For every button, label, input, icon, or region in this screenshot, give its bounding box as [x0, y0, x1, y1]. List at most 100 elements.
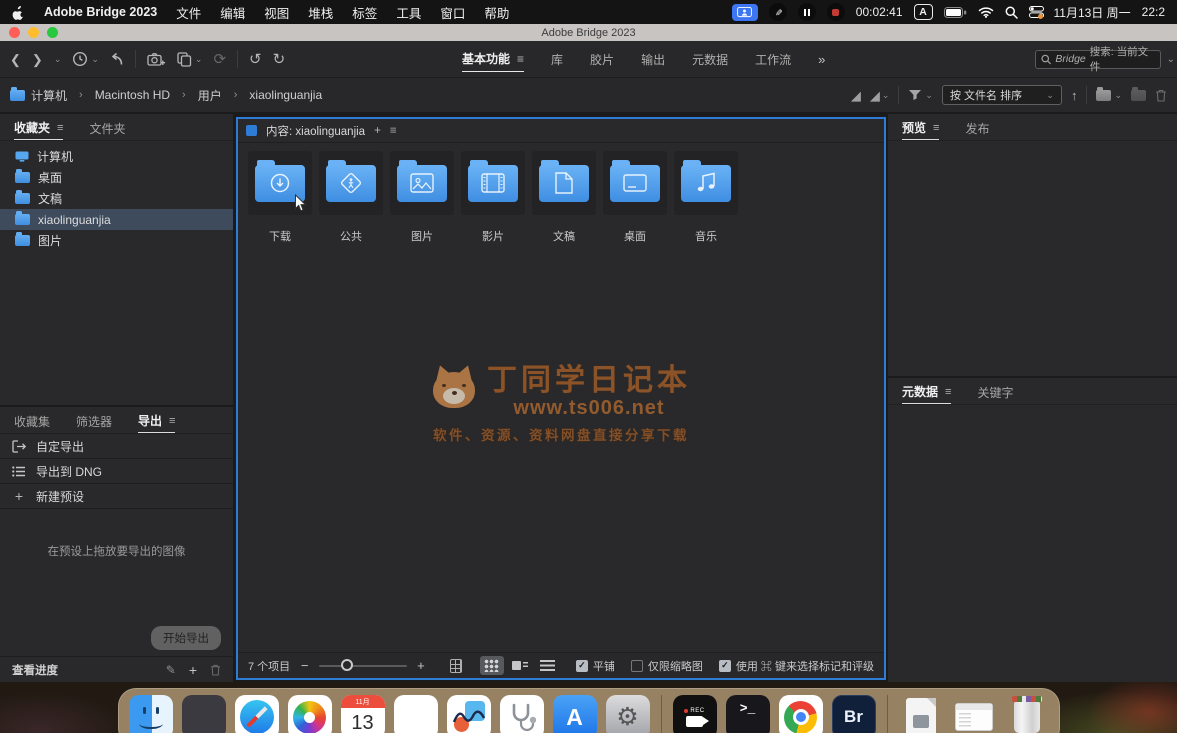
export-item-custom[interactable]: 自定导出 — [0, 434, 233, 459]
breadcrumb-current-folder[interactable]: xiaolinguanjia — [249, 88, 322, 102]
view-list-button[interactable] — [536, 656, 560, 675]
tab-publish[interactable]: 发布 — [965, 115, 989, 140]
view-progress-label[interactable]: 查看进度 — [12, 662, 58, 678]
dock-diagnostics-icon[interactable] — [500, 695, 544, 733]
copy-files-button[interactable]: ⌄ — [177, 52, 203, 67]
pause-recording-icon[interactable] — [798, 3, 816, 21]
dock-calendar-icon[interactable]: 11月 13 — [341, 695, 385, 733]
dock-app-store-icon[interactable]: A — [553, 695, 597, 733]
new-folder-button[interactable] — [1131, 90, 1146, 101]
input-method-indicator[interactable]: A — [914, 4, 933, 20]
workspace-tab-metadata[interactable]: 元数据 — [692, 47, 728, 72]
filter-by-rating-icon[interactable]: ◢ — [851, 89, 861, 102]
folder-tile-desktop[interactable]: 桌面 — [603, 151, 667, 244]
workspace-tab-output[interactable]: 输出 — [641, 47, 665, 72]
tab-collections[interactable]: 收藏集 — [14, 408, 50, 433]
grid-lock-icon[interactable] — [450, 659, 462, 673]
panel-menu-icon[interactable]: ≡ — [57, 122, 63, 134]
spotlight-search-icon[interactable] — [1005, 6, 1018, 19]
dock-photos-icon[interactable] — [288, 695, 332, 733]
zoom-out-button[interactable]: − — [301, 658, 309, 673]
folder-tile-music[interactable]: 音乐 — [674, 151, 738, 244]
dock-safari-icon[interactable] — [235, 695, 279, 733]
search-input[interactable]: Bridge 搜索: 当前文件 — [1035, 50, 1161, 69]
tab-filter[interactable]: 筛选器 — [76, 408, 112, 433]
favorite-item-documents[interactable]: 文稿 — [0, 188, 233, 209]
dock-finder-icon[interactable] — [129, 695, 173, 733]
boomerang-button[interactable] — [110, 52, 124, 66]
apple-logo-icon[interactable] — [12, 5, 25, 20]
slider-knob[interactable] — [341, 659, 353, 671]
workspace-menu-icon[interactable]: ≡ — [517, 52, 524, 66]
battery-icon[interactable] — [944, 7, 967, 18]
annotate-icon[interactable]: ✎ — [769, 3, 787, 21]
dock-terminal-icon[interactable]: >_ — [726, 695, 770, 733]
undo-button[interactable]: ↺ — [249, 52, 262, 67]
recording-timer[interactable]: 00:02:41 — [856, 5, 903, 19]
menu-label[interactable]: 标签 — [352, 3, 377, 22]
export-item-new-preset[interactable]: + 新建预设 — [0, 484, 233, 509]
menubar-app-name[interactable]: Adobe Bridge 2023 — [44, 5, 157, 19]
menu-help[interactable]: 帮助 — [484, 3, 509, 22]
add-content-tab-icon[interactable]: + — [374, 125, 381, 137]
menu-stacks[interactable]: 堆栈 — [308, 3, 333, 22]
menu-view[interactable]: 视图 — [264, 3, 289, 22]
checkbox-thumbnail-only[interactable]: 仅限缩略图 — [631, 658, 703, 674]
workspace-tab-filmstrip[interactable]: 胶片 — [590, 47, 614, 72]
dock-launchpad-icon[interactable] — [182, 695, 226, 733]
tab-export[interactable]: 导出 ≡ — [138, 407, 175, 433]
start-export-button[interactable]: 开始导出 — [151, 626, 221, 650]
menubar-date[interactable]: 11月13日 周一 — [1054, 4, 1131, 21]
thumbnail-size-slider[interactable] — [319, 665, 408, 667]
checkbox-cmd-select[interactable]: ✓ 使用 ⌘ 键来选择标记和评级 — [719, 658, 874, 674]
zoom-in-button[interactable]: + — [417, 658, 425, 673]
tab-metadata[interactable]: 元数据 ≡ — [902, 378, 951, 404]
delete-preset-button[interactable] — [210, 664, 221, 676]
menu-edit[interactable]: 编辑 — [220, 3, 245, 22]
menubar-clock[interactable]: 22:2 — [1142, 5, 1165, 19]
dock-trash-icon[interactable] — [1005, 695, 1049, 733]
dock-window-file-icon[interactable] — [952, 695, 996, 733]
dock-medal-app-icon[interactable] — [447, 695, 491, 733]
dock-installer-file-icon[interactable] — [899, 695, 943, 733]
folder-tile-public[interactable]: 公共 — [319, 151, 383, 244]
edit-preset-icon[interactable]: ✎ — [166, 663, 176, 677]
dock-bridge-icon[interactable]: Br — [832, 695, 876, 733]
stop-recording-icon[interactable] — [827, 3, 845, 21]
photo-downloader-button[interactable] — [147, 52, 166, 67]
screen-sharing-icon[interactable] — [732, 4, 758, 21]
breadcrumb-macintosh-hd[interactable]: Macintosh HD — [95, 88, 170, 102]
breadcrumb-computer[interactable]: 计算机 — [10, 87, 67, 104]
folder-tile-documents[interactable]: 文稿 — [532, 151, 596, 244]
rating-dropdown[interactable]: ◢ ⌄ — [870, 89, 890, 102]
dock-screen-recorder-icon[interactable]: REC — [673, 695, 717, 733]
menu-file[interactable]: 文件 — [176, 3, 201, 22]
workspace-tab-workflow[interactable]: 工作流 — [755, 47, 791, 72]
workspace-overflow-button[interactable]: » — [818, 52, 825, 67]
favorite-item-pictures[interactable]: 图片 — [0, 230, 233, 251]
tab-folders[interactable]: 文件夹 — [89, 115, 125, 140]
folder-tile-pictures[interactable]: 图片 — [390, 151, 454, 244]
tab-favorites[interactable]: 收藏夹 ≡ — [14, 114, 63, 140]
favorite-item-desktop[interactable]: 桌面 — [0, 167, 233, 188]
view-grid-button[interactable] — [480, 656, 504, 675]
open-recent-folder-button[interactable]: ⌄ — [1096, 90, 1122, 101]
dock-chrome-icon[interactable] — [779, 695, 823, 733]
dock-notes-icon[interactable] — [394, 695, 438, 733]
view-details-button[interactable] — [508, 656, 532, 675]
tab-preview[interactable]: 预览 ≡ — [902, 114, 939, 140]
panel-menu-icon[interactable]: ≡ — [169, 415, 175, 427]
filter-button[interactable]: ⌄ — [908, 89, 933, 101]
recent-files-button[interactable]: ⌄ — [72, 51, 99, 67]
menu-window[interactable]: 窗口 — [440, 3, 465, 22]
content-menu-icon[interactable]: ≡ — [390, 125, 397, 137]
breadcrumb-users[interactable]: 用户 — [198, 87, 222, 104]
workspace-tab-libraries[interactable]: 库 — [551, 47, 563, 72]
wifi-icon[interactable] — [978, 6, 994, 18]
redo-button[interactable]: ↻ — [273, 52, 286, 67]
add-preset-icon[interactable]: + — [189, 662, 197, 678]
export-item-dng[interactable]: 导出到 DNG — [0, 459, 233, 484]
delete-item-button[interactable] — [1155, 89, 1167, 102]
favorite-item-home[interactable]: xiaolinguanjia — [0, 209, 233, 230]
workspace-tab-essentials[interactable]: 基本功能 ≡ — [462, 46, 524, 72]
